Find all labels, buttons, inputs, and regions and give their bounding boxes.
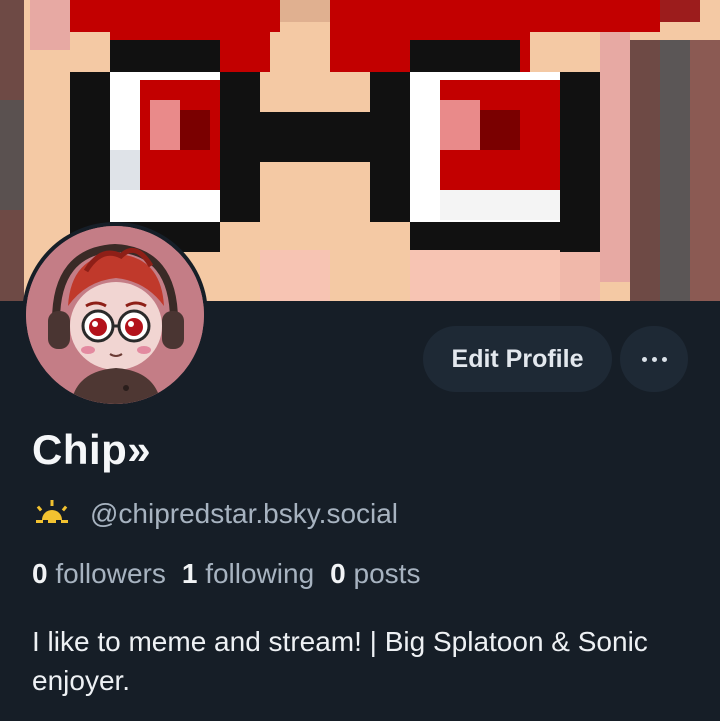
edit-profile-label: Edit Profile <box>451 344 584 373</box>
avatar-image <box>26 226 204 404</box>
posts-label: posts <box>353 558 421 589</box>
profile-avatar[interactable] <box>22 222 208 408</box>
posts-count: 0 <box>330 558 346 589</box>
more-options-button[interactable] <box>620 326 688 392</box>
followers-count: 0 <box>32 558 48 589</box>
display-name: Chip» <box>32 426 152 473</box>
followers-label: followers <box>55 558 166 589</box>
following-count: 1 <box>181 558 198 589</box>
profile-stats: 0 followers 1 following 0 posts <box>32 558 436 590</box>
following-label: following <box>205 558 315 589</box>
profile-handle[interactable]: @chipredstar.bsky.social <box>90 498 398 530</box>
handle-row: @chipredstar.bsky.social <box>32 494 398 534</box>
sunrise-icon <box>32 498 72 531</box>
following-stat[interactable]: 1 following <box>182 558 314 590</box>
followers-stat[interactable]: 0 followers <box>32 558 166 590</box>
edit-profile-button[interactable]: Edit Profile <box>423 326 612 392</box>
profile-bio: I like to meme and stream! | Big Splatoo… <box>32 626 648 696</box>
posts-stat: 0 posts <box>330 558 420 590</box>
ellipsis-icon <box>641 356 667 362</box>
